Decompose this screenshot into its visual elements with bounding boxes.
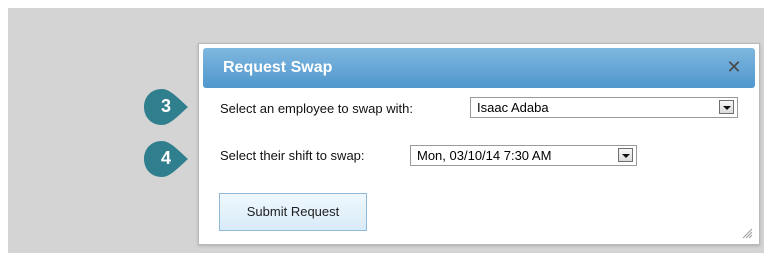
dialog-title: Request Swap: [223, 59, 333, 76]
chevron-down-icon: [723, 106, 731, 110]
shift-select-value: Mon, 03/10/14 7:30 AM: [417, 148, 552, 163]
step-marker-4: 4: [143, 140, 189, 178]
chevron-down-icon: [622, 154, 630, 158]
page: Request Swap ✕ Select an employee to swa…: [0, 0, 764, 261]
employee-dropdown-button[interactable]: [719, 100, 734, 114]
resize-grip-icon[interactable]: [741, 226, 753, 239]
employee-select-value: Isaac Adaba: [477, 100, 549, 115]
shift-dropdown-button[interactable]: [618, 148, 633, 162]
submit-request-button[interactable]: Submit Request: [219, 193, 367, 231]
step-marker-3: 3: [143, 88, 189, 126]
step-marker-label: 4: [161, 148, 172, 168]
close-icon[interactable]: ✕: [726, 58, 742, 76]
shift-label: Select their shift to swap:: [220, 148, 365, 163]
step-marker-label: 3: [161, 96, 172, 116]
shift-select[interactable]: Mon, 03/10/14 7:30 AM: [410, 145, 637, 166]
dialog-titlebar: Request Swap ✕: [203, 48, 755, 88]
employee-label: Select an employee to swap with:: [220, 101, 413, 116]
employee-select[interactable]: Isaac Adaba: [470, 97, 738, 118]
